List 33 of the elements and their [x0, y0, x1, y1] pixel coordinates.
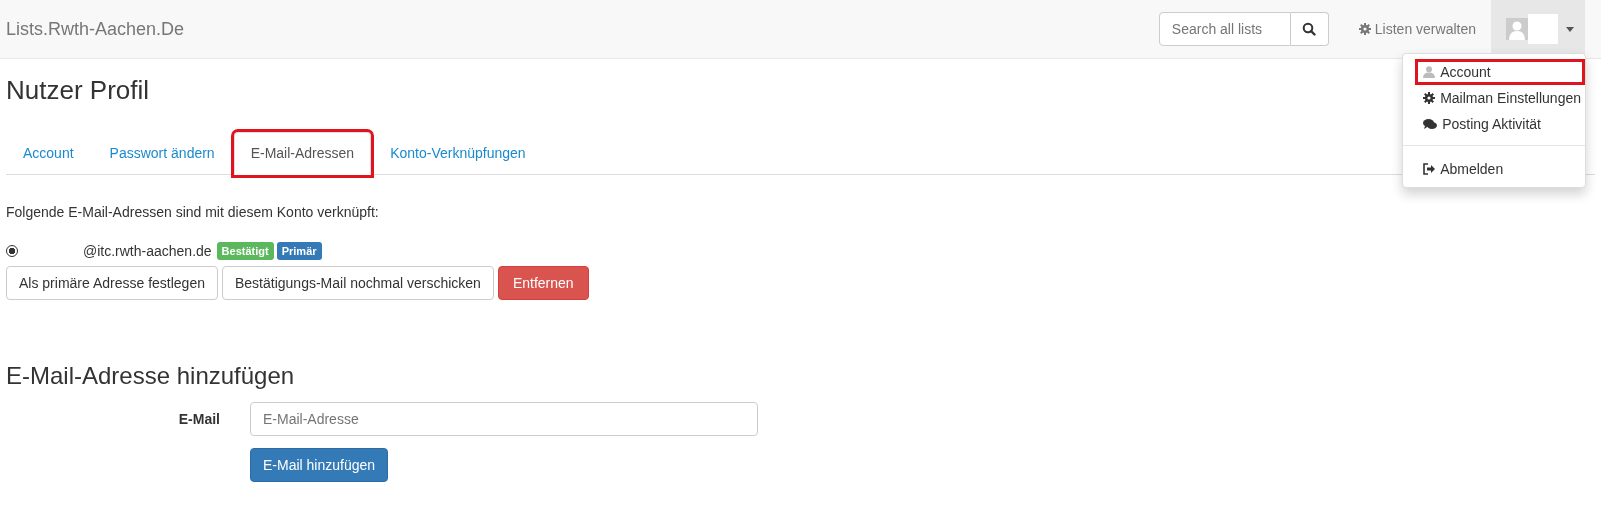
- intro-text: Folgende E-Mail-Adressen sind mit diesem Konto verknüpft:: [6, 204, 380, 220]
- user-icon: [1423, 66, 1436, 78]
- email-address: @itc.rwth-aachen.de: [83, 243, 212, 259]
- menu-item[interactable]: Mailman Einstellungen: [1403, 85, 1585, 111]
- section-heading: E-Mail-Adresse hinzufügen: [6, 362, 296, 390]
- settings-icon: [1358, 23, 1371, 35]
- status-label: Primär: [276, 242, 322, 260]
- menu-item[interactable]: Abmelden: [1403, 156, 1585, 182]
- action-button[interactable]: Bestätigungs-Mail nochmal verschicken: [222, 266, 494, 300]
- email-field[interactable]: E-Mail-Adresse: [250, 402, 758, 436]
- menu-item[interactable]: Account: [1415, 59, 1585, 85]
- tab[interactable]: Passwort ändern: [92, 132, 232, 175]
- search-icon: [1302, 22, 1317, 36]
- field-label: E-Mail: [177, 411, 221, 427]
- avatar-icon: [1506, 18, 1528, 40]
- add-email-button[interactable]: E-Mail hinzufügen: [250, 448, 389, 482]
- settings-icon: [1423, 92, 1436, 104]
- action-button[interactable]: Als primäre Adresse festlegen: [6, 266, 218, 300]
- sign-out-icon: [1423, 163, 1436, 175]
- tab[interactable]: Account: [6, 132, 91, 175]
- caret-icon: [1566, 26, 1574, 32]
- search-button[interactable]: [1290, 12, 1329, 46]
- tab[interactable]: E-Mail-Adressen: [233, 132, 372, 175]
- radio-button[interactable]: [6, 245, 18, 257]
- status-label: Bestätigt: [216, 242, 274, 260]
- page-title: Nutzer Profil: [6, 75, 150, 106]
- tab[interactable]: Konto-Verknüpfungen: [373, 132, 543, 175]
- manage-lists-link[interactable]: Listen verwalten: [1358, 21, 1476, 37]
- brand-link[interactable]: Lists.Rwth-Aachen.De: [6, 18, 185, 40]
- speech-bubbles-icon: [1423, 118, 1438, 130]
- search-field[interactable]: Search all lists: [1158, 12, 1291, 46]
- action-button[interactable]: Entfernen: [497, 266, 589, 300]
- menu-item[interactable]: Posting Aktivität: [1403, 111, 1585, 137]
